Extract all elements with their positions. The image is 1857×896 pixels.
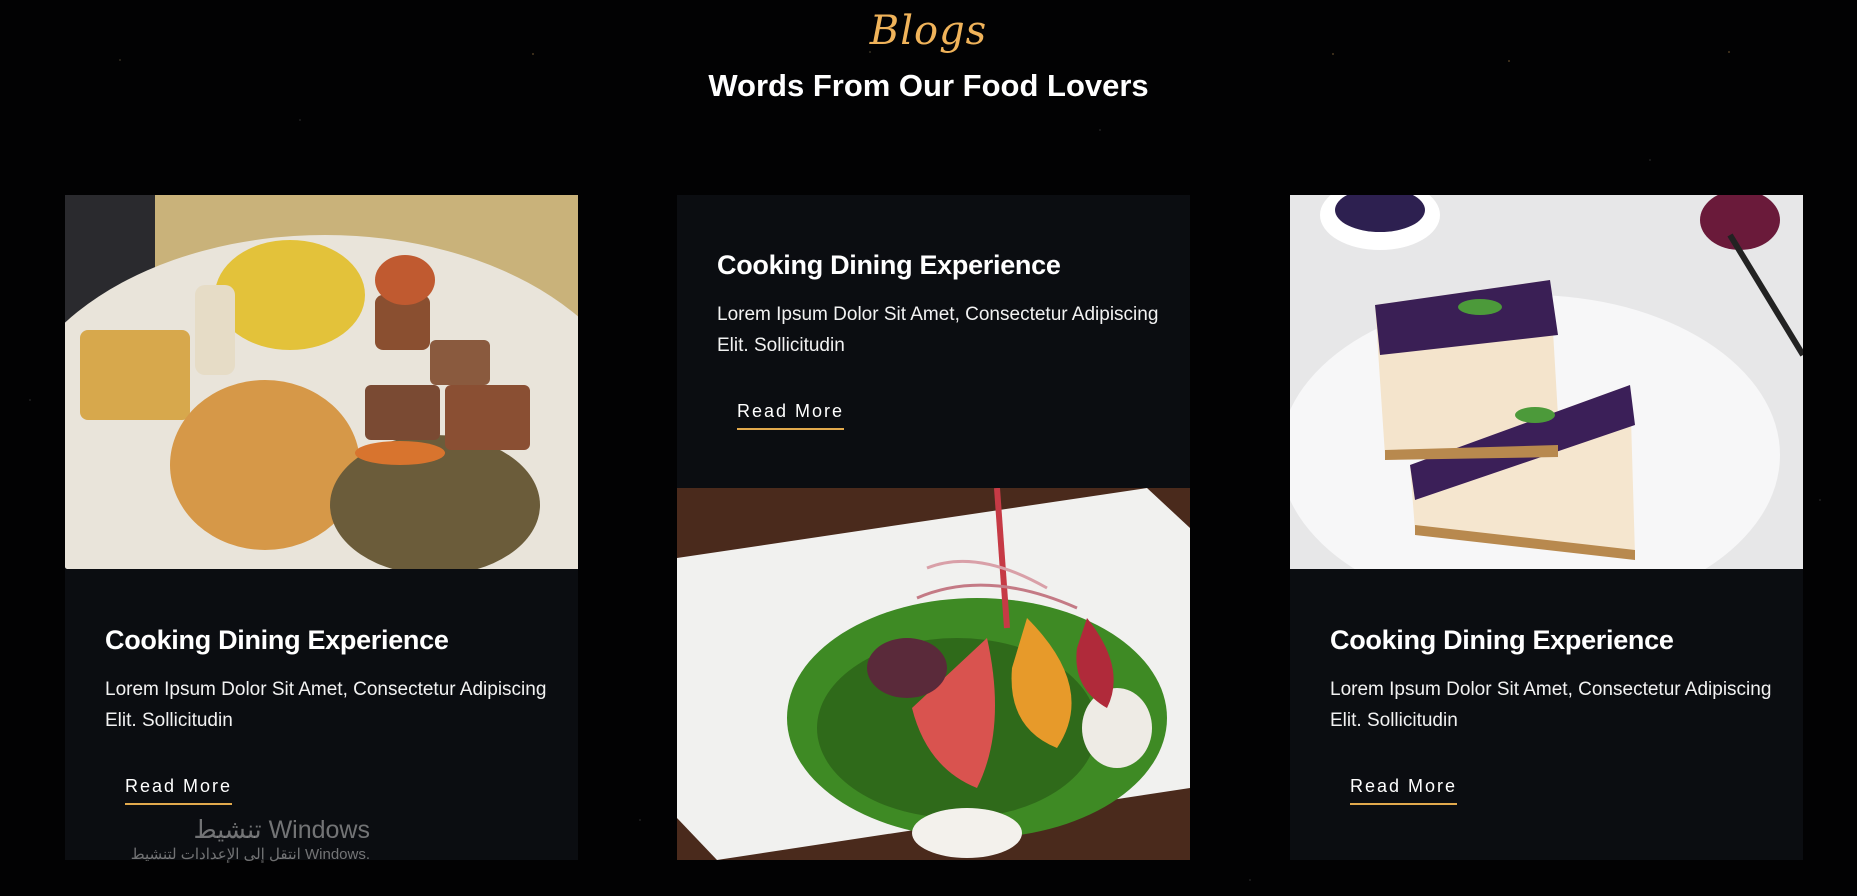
read-more-link[interactable]: Read More	[1350, 776, 1458, 805]
blog-card-text: Lorem Ipsum Dolor Sit Amet, Consectetur …	[717, 304, 1159, 356]
blog-card-title: Cooking Dining Experience	[717, 250, 1061, 280]
plate-of-mixed-food-image	[65, 195, 578, 569]
blog-card-title: Cooking Dining Experience	[1330, 625, 1674, 655]
beet-salad-image	[677, 488, 1190, 860]
blog-card-body: Cooking Dining Experience Lorem Ipsum Do…	[1330, 625, 1773, 805]
section-eyebrow: Blogs	[869, 8, 988, 54]
blog-card: Cooking Dining Experience Lorem Ipsum Do…	[677, 195, 1190, 860]
blog-card-text: Lorem Ipsum Dolor Sit Amet, Consectetur …	[1330, 679, 1772, 731]
blog-card-body: Cooking Dining Experience Lorem Ipsum Do…	[105, 625, 548, 805]
blog-card-body: Cooking Dining Experience Lorem Ipsum Do…	[717, 250, 1160, 430]
blog-card: Cooking Dining Experience Lorem Ipsum Do…	[1290, 195, 1803, 860]
watermark-title: تنشيط Windows	[193, 816, 370, 844]
blog-card: Cooking Dining Experience Lorem Ipsum Do…	[65, 195, 578, 860]
blueberry-cheesecake-image	[1290, 195, 1803, 569]
read-more-link[interactable]: Read More	[125, 776, 233, 805]
windows-activation-watermark: تنشيط Windows انتقل إلى الإعدادات لتنشيط…	[70, 815, 370, 863]
watermark-subtitle: انتقل إلى الإعدادات لتنشيط Windows.	[130, 846, 370, 863]
read-more-link[interactable]: Read More	[737, 401, 845, 430]
blog-card-title: Cooking Dining Experience	[105, 625, 449, 655]
section-title: Words From Our Food Lovers	[708, 68, 1149, 103]
blog-card-text: Lorem Ipsum Dolor Sit Amet, Consectetur …	[105, 679, 547, 731]
